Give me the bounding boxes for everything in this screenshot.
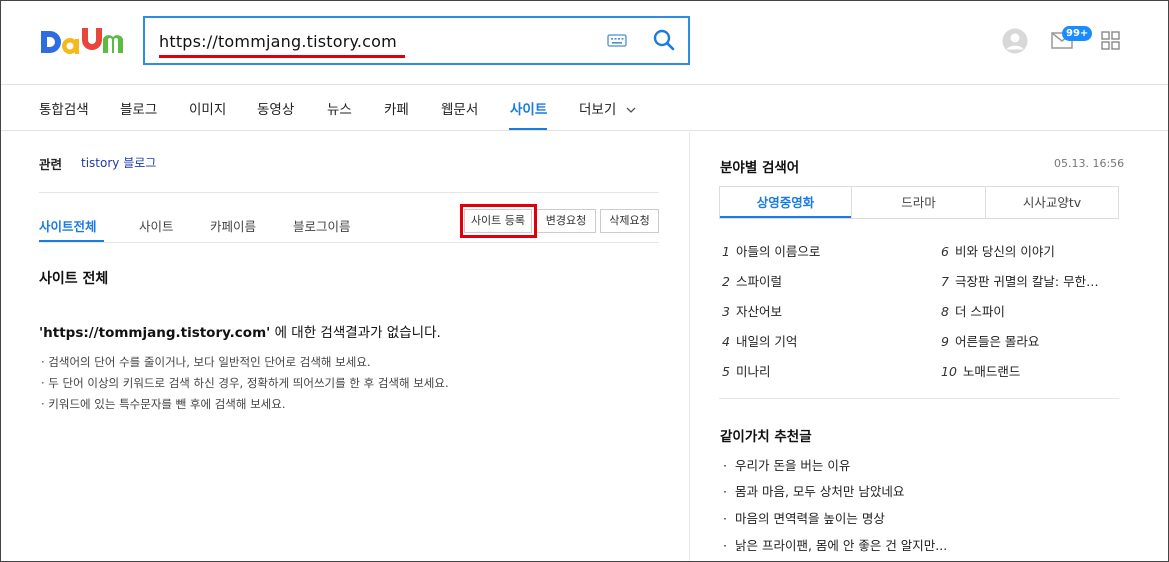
nav-tab-cafe[interactable]: 카페 <box>384 98 409 118</box>
related-label: 관련 <box>39 157 63 172</box>
recommend-item[interactable]: · 우리가 돈을 버는 이유 <box>723 455 850 474</box>
column-divider <box>689 132 690 561</box>
subtab-blog-name[interactable]: 블로그이름 <box>293 216 351 235</box>
red-highlight-annotation <box>460 204 537 238</box>
no-result-message: 'https://tommjang.tistory.com' 에 대한 검색결과… <box>39 321 441 341</box>
header: 99+ <box>1 1 1168 85</box>
recommend-item[interactable]: · 몸과 마음, 모두 상처만 남았네요 <box>723 481 904 500</box>
nav-tab-web[interactable]: 웹문서 <box>441 98 478 118</box>
mail-badge: 99+ <box>1062 26 1093 41</box>
rank-text: 극장판 귀멸의 칼날: 무한… <box>954 274 1099 289</box>
rank-number: 2 <box>722 274 730 289</box>
recommend-text: 우리가 돈을 버는 이유 <box>734 458 851 473</box>
trending-rank-item[interactable]: 5 미나리 <box>722 361 770 380</box>
search-icon[interactable] <box>652 28 676 52</box>
trending-rank-item[interactable]: 1 아들의 이름으로 <box>722 241 820 260</box>
rank-text: 미나리 <box>735 364 771 379</box>
rank-text: 어른들은 몰라요 <box>954 334 1040 349</box>
rank-text: 내일의 기억 <box>735 334 798 349</box>
daum-logo[interactable] <box>39 25 125 59</box>
recommend-item[interactable]: · 마음의 면역력을 높이는 명상 <box>723 508 885 527</box>
nav-tab-blog[interactable]: 블로그 <box>120 98 157 118</box>
trending-rank-item[interactable]: 3 자산어보 <box>722 301 782 320</box>
search-category-nav: 통합검색 블로그 이미지 동영상 뉴스 카페 웹문서 사이트 더보기 <box>1 85 1168 131</box>
search-input[interactable] <box>159 28 579 54</box>
search-box <box>143 16 690 65</box>
rank-text: 아들의 이름으로 <box>735 244 821 259</box>
rank-number: 1 <box>722 244 730 259</box>
divider <box>719 398 1119 399</box>
subtab-cafe-name[interactable]: 카페이름 <box>210 216 256 235</box>
rank-number: 7 <box>941 274 949 289</box>
results-column: 관련 tistory 블로그 사이트전체 사이트 카페이름 블로그이름 사이트 … <box>1 132 689 561</box>
divider <box>39 242 659 243</box>
divider <box>39 192 659 193</box>
rank-number: 8 <box>941 304 949 319</box>
delete-request-button[interactable]: 삭제요청 <box>600 209 659 233</box>
nav-tab-all[interactable]: 통합검색 <box>39 98 89 118</box>
recommend-text: 몸과 마음, 모두 상처만 남았네요 <box>734 484 905 499</box>
trending-rank-item[interactable]: 4 내일의 기억 <box>722 331 797 350</box>
recommend-title: 같이가치 추천글 <box>720 429 812 445</box>
nav-tab-news[interactable]: 뉴스 <box>327 98 352 118</box>
rank-text: 더 스파이 <box>954 304 1005 319</box>
trending-rank-item[interactable]: 2 스파이럴 <box>722 271 782 290</box>
trending-rank-item[interactable]: 7 극장판 귀멸의 칼날: 무한… <box>941 271 1099 290</box>
trending-title: 분야별 검색어 <box>720 160 800 176</box>
rank-number: 6 <box>941 244 949 259</box>
nav-more-label: 더보기 <box>579 102 617 118</box>
rank-number: 10 <box>941 364 957 379</box>
recommend-text: 낡은 프라이팬, 몸에 안 좋은 건 알지만... <box>734 538 948 553</box>
rank-text: 노매드랜드 <box>962 364 1021 379</box>
related-link-tistory[interactable]: tistory 블로그 <box>81 154 156 171</box>
rank-number: 9 <box>941 334 949 349</box>
keyboard-icon[interactable] <box>607 32 627 48</box>
trending-tab-tv[interactable]: 시사교양tv <box>986 187 1118 218</box>
no-result-query: 'https://tommjang.tistory.com' <box>39 325 271 341</box>
nav-tab-more[interactable]: 더보기 <box>579 98 636 118</box>
user-avatar-icon[interactable] <box>1002 28 1028 54</box>
trending-tab-movies[interactable]: 상영중영화 <box>720 187 851 218</box>
search-tip: · 검색어의 단어 수를 줄이거나, 보다 일반적인 단어로 검색해 보세요. <box>41 355 371 369</box>
recommend-item[interactable]: · 낡은 프라이팬, 몸에 안 좋은 건 알지만... <box>723 535 947 554</box>
search-tip: · 두 단어 이상의 키워드로 검색 하신 경우, 정확하게 띄어쓰기를 한 후… <box>41 376 449 390</box>
search-tip: · 키워드에 있는 특수문자를 뺀 후에 검색해 보세요. <box>41 397 286 411</box>
no-result-suffix: 에 대한 검색결과가 없습니다. <box>270 325 441 341</box>
red-underline-annotation <box>159 55 405 58</box>
rank-number: 4 <box>722 334 730 349</box>
trending-rank-item[interactable]: 8 더 스파이 <box>941 301 1005 320</box>
browser-frame: 99+ 통합검색 블로그 이미지 동영상 뉴스 카페 웹문서 사이트 더보기 관… <box>0 0 1169 562</box>
trending-timestamp: 05.13. 16:56 <box>1054 157 1125 170</box>
rank-text: 비와 당신의 이야기 <box>954 244 1055 259</box>
nav-tab-site[interactable]: 사이트 <box>510 98 547 118</box>
section-title: 사이트 전체 <box>39 271 109 287</box>
chevron-down-icon <box>626 107 636 113</box>
nav-tab-image[interactable]: 이미지 <box>189 98 226 118</box>
trending-rank-item[interactable]: 10 노매드랜드 <box>941 361 1020 380</box>
change-request-button[interactable]: 변경요청 <box>536 209 596 233</box>
apps-grid-icon[interactable] <box>1101 31 1120 50</box>
recommend-text: 마음의 면역력을 높이는 명상 <box>734 511 885 526</box>
rank-number: 5 <box>722 364 730 379</box>
trending-tabs: 상영중영화 드라마 시사교양tv <box>719 186 1119 219</box>
rank-text: 스파이럴 <box>735 274 782 289</box>
rank-number: 3 <box>722 304 730 319</box>
nav-active-indicator <box>509 128 547 130</box>
trending-rank-item[interactable]: 6 비와 당신의 이야기 <box>941 241 1055 260</box>
nav-tab-video[interactable]: 동영상 <box>257 98 294 118</box>
trending-tab-drama[interactable]: 드라마 <box>852 187 985 218</box>
subtab-all-sites[interactable]: 사이트전체 <box>39 216 97 235</box>
rank-text: 자산어보 <box>735 304 782 319</box>
subtab-site[interactable]: 사이트 <box>139 216 174 235</box>
trending-rank-item[interactable]: 9 어른들은 몰라요 <box>941 331 1039 350</box>
